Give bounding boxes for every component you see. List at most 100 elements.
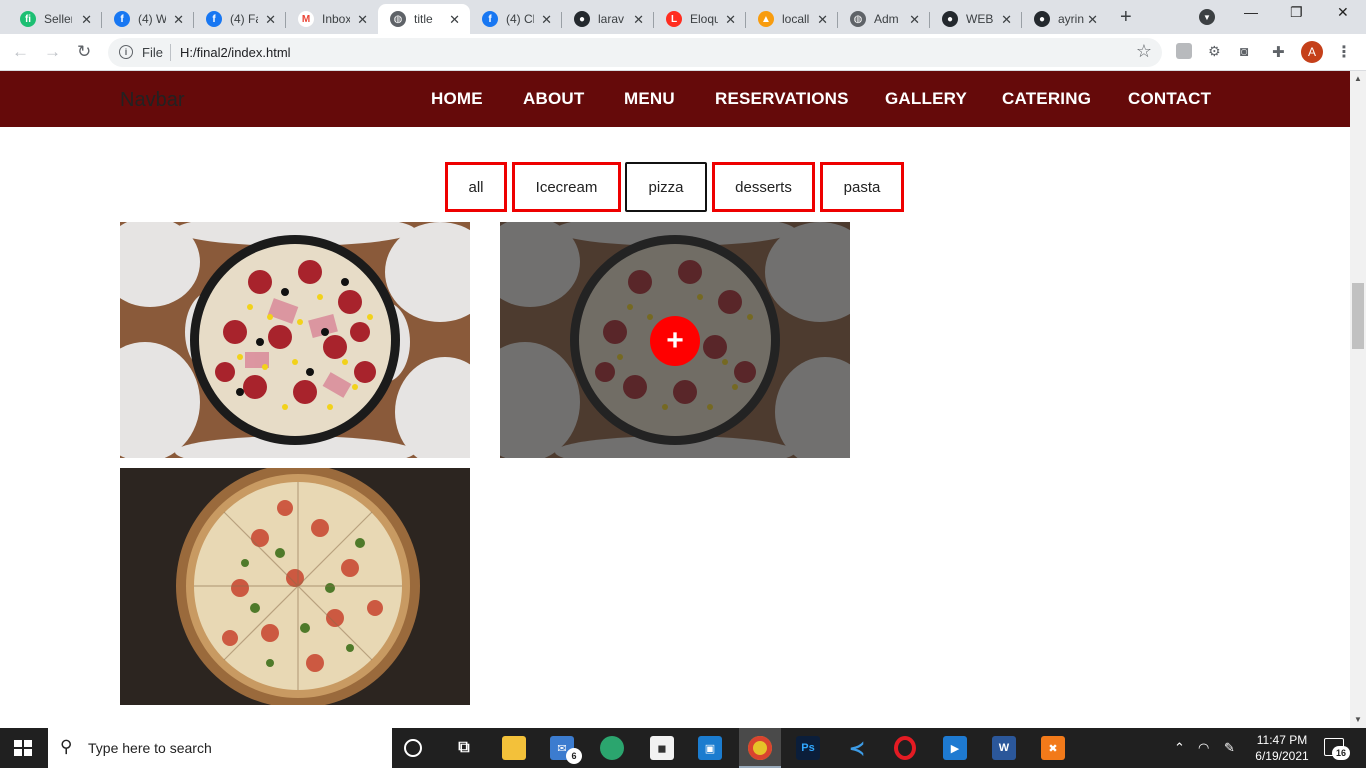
close-tab-icon[interactable]: ✕ <box>909 12 920 28</box>
search-icon: ⚲ <box>60 737 73 756</box>
browser-tab[interactable]: f (4) Cl ✕ <box>470 4 562 34</box>
zoom-plus-button[interactable]: + <box>650 316 700 366</box>
bookmark-star-icon[interactable]: ☆ <box>1136 41 1152 62</box>
show-hidden-icons[interactable]: ⌃ <box>1174 740 1185 756</box>
task-view-icon[interactable]: ⧉ <box>452 736 476 760</box>
edge-icon[interactable] <box>600 736 624 760</box>
cortana-icon[interactable] <box>404 739 422 757</box>
close-tab-icon[interactable]: ✕ <box>541 12 552 28</box>
facebook-icon: f <box>206 11 222 27</box>
close-tab-icon[interactable]: ✕ <box>633 12 644 28</box>
close-tab-icon[interactable]: ✕ <box>173 12 184 28</box>
taskbar-search-box[interactable]: ⚲ Type here to search <box>48 728 392 768</box>
restore-icon[interactable]: ❐ <box>1290 4 1303 21</box>
gallery-item[interactable] <box>120 222 470 458</box>
close-tab-icon[interactable]: ✕ <box>81 12 92 28</box>
filter-icecream-button[interactable]: Icecream <box>512 162 621 212</box>
tab-title: larav <box>598 12 625 26</box>
minimize-icon[interactable]: — <box>1244 4 1258 20</box>
tab-title: Eloqu <box>690 12 718 26</box>
filter-pizza-button[interactable]: pizza <box>625 162 707 212</box>
filter-all-button[interactable]: all <box>445 162 507 212</box>
tab-title: ayrin <box>1058 12 1085 26</box>
puzzle-extensions-icon[interactable]: ✚ <box>1272 43 1288 61</box>
store-icon[interactable]: ◼ <box>650 736 674 760</box>
browser-tab[interactable]: ● ayrin ✕ <box>1022 4 1108 34</box>
camera-icon[interactable]: ◙ <box>1240 43 1256 59</box>
menu-kebab-icon[interactable]: ⋮ <box>1336 42 1352 62</box>
browser-tab[interactable]: ▲ locall ✕ <box>746 4 838 34</box>
browser-tab[interactable]: ● larav ✕ <box>562 4 654 34</box>
browser-tab[interactable]: ● WEB ✕ <box>930 4 1022 34</box>
close-tab-icon[interactable]: ✕ <box>449 12 460 28</box>
address-bar[interactable]: i File H:/final2/index.html ☆ <box>108 38 1162 67</box>
url-text[interactable]: H:/final2/index.html <box>180 45 291 60</box>
github-icon: ● <box>574 11 590 27</box>
tab-title: locall <box>782 12 810 26</box>
page-scrollbar[interactable]: ▲ ▼ <box>1350 71 1366 728</box>
profile-avatar[interactable]: A <box>1301 41 1323 63</box>
file-explorer-icon[interactable] <box>502 736 526 760</box>
pdf-extension-icon[interactable] <box>1176 43 1192 59</box>
opera-icon[interactable] <box>894 736 916 760</box>
photoshop-icon[interactable]: Ps <box>796 736 820 760</box>
github-icon: ● <box>942 11 958 27</box>
tab-title: title <box>414 12 433 26</box>
scroll-thumb[interactable] <box>1352 283 1364 349</box>
tab-title: Adm <box>874 12 899 26</box>
wifi-icon[interactable]: ◠ <box>1198 740 1209 756</box>
extension-icon[interactable]: ⚙ <box>1208 43 1224 59</box>
reload-icon[interactable]: ↻ <box>77 42 91 62</box>
site-info-icon[interactable]: i <box>119 45 133 59</box>
pen-icon[interactable]: ✎ <box>1224 740 1235 756</box>
filter-pasta-button[interactable]: pasta <box>820 162 904 212</box>
browser-tab[interactable]: f (4) W ✕ <box>102 4 194 34</box>
vscode-icon[interactable]: ≺ <box>845 736 869 760</box>
gallery-item-hovered[interactable]: + <box>500 222 850 458</box>
nav-link-contact[interactable]: CONTACT <box>1128 89 1211 109</box>
windows-taskbar: ⚲ Type here to search ⧉ ✉ 6 ◼ ▣ Ps ≺ ▶ W… <box>0 728 1366 768</box>
browser-toolbar: ← → ↻ i File H:/final2/index.html ☆ ⚙ ◙ … <box>0 34 1366 71</box>
browser-tab-active[interactable]: ◍ title ✕ <box>378 4 470 34</box>
nav-link-menu[interactable]: MENU <box>624 89 675 109</box>
tab-title: Seller <box>44 12 72 26</box>
protocol-label: File <box>142 45 163 60</box>
tab-title: WEB <box>966 12 994 26</box>
windows-start-icon[interactable] <box>14 740 32 756</box>
browser-tab[interactable]: f (4) Fa ✕ <box>194 4 286 34</box>
navbar-brand[interactable]: Navbar <box>120 89 184 112</box>
media-player-icon[interactable]: ▶ <box>943 736 967 760</box>
remote-app-icon[interactable]: ▣ <box>698 736 722 760</box>
browser-tab[interactable]: L Eloqu ✕ <box>654 4 746 34</box>
close-tab-icon[interactable]: ✕ <box>265 12 276 28</box>
new-tab-icon[interactable]: + <box>1120 6 1132 29</box>
browser-tab[interactable]: ◍ Adm ✕ <box>838 4 930 34</box>
scroll-up-arrow-icon[interactable]: ▲ <box>1354 74 1362 83</box>
nav-link-home[interactable]: HOME <box>431 89 483 109</box>
system-clock[interactable]: 11:47 PM 6/19/2021 <box>1250 732 1314 764</box>
close-tab-icon[interactable]: ✕ <box>817 12 828 28</box>
tab-search-icon[interactable]: ▼ <box>1199 9 1215 25</box>
forward-icon[interactable]: → <box>44 42 61 62</box>
scroll-down-arrow-icon[interactable]: ▼ <box>1354 715 1362 724</box>
browser-tab[interactable]: M Inbox ✕ <box>286 4 378 34</box>
close-tab-icon[interactable]: ✕ <box>357 12 368 28</box>
nav-link-catering[interactable]: CATERING <box>1002 89 1091 109</box>
divider <box>170 44 171 61</box>
back-icon[interactable]: ← <box>12 42 29 62</box>
close-tab-icon[interactable]: ✕ <box>1087 12 1098 28</box>
gallery-item[interactable] <box>120 468 470 705</box>
close-tab-icon[interactable]: ✕ <box>725 12 736 28</box>
site-navbar: Navbar HOME ABOUT MENU RESERVATIONS GALL… <box>0 71 1350 127</box>
nav-link-reservations[interactable]: RESERVATIONS <box>715 89 849 109</box>
browser-tab[interactable]: fi Seller ✕ <box>8 4 102 34</box>
chrome-icon[interactable] <box>748 736 772 760</box>
filter-desserts-button[interactable]: desserts <box>712 162 815 212</box>
xampp-icon[interactable]: ✖ <box>1041 736 1065 760</box>
close-tab-icon[interactable]: ✕ <box>1001 12 1012 28</box>
close-window-icon[interactable]: ✕ <box>1337 4 1349 21</box>
phpmyadmin-icon: ▲ <box>758 11 774 27</box>
nav-link-gallery[interactable]: GALLERY <box>885 89 967 109</box>
nav-link-about[interactable]: ABOUT <box>523 89 584 109</box>
word-icon[interactable]: W <box>992 736 1016 760</box>
